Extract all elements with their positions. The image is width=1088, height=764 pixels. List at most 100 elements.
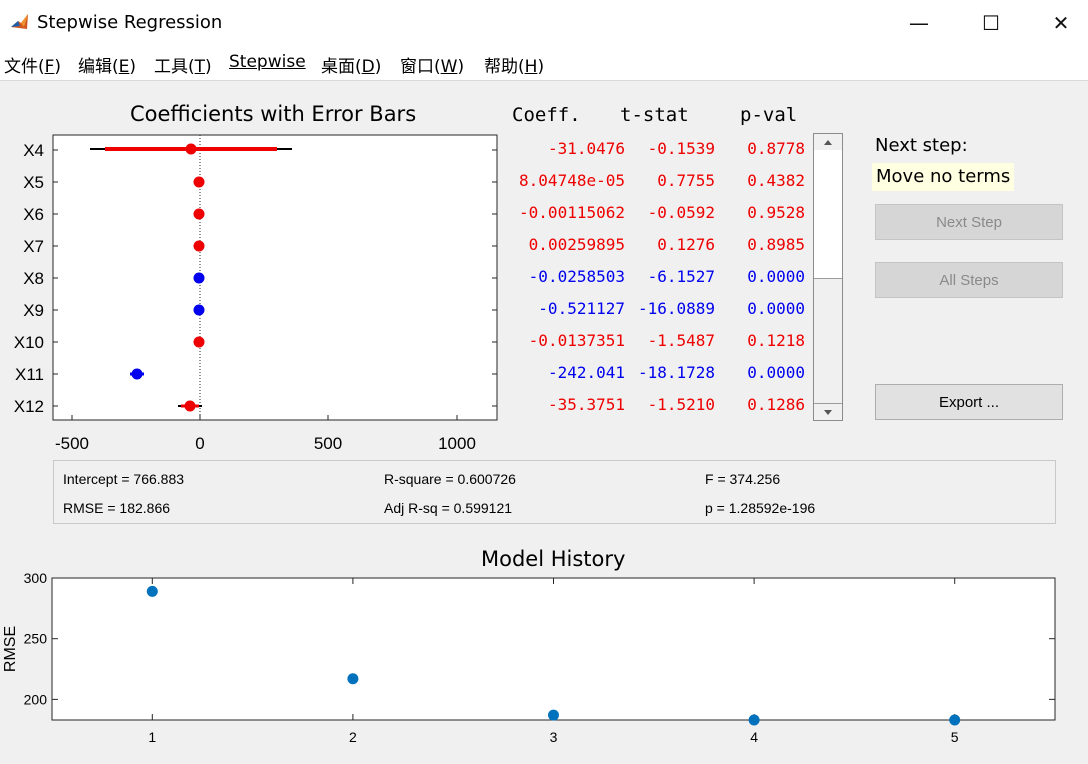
history-xtick-label: 1 (148, 729, 156, 745)
next-step-value: Move no terms (872, 163, 1015, 191)
pval-cell: 0.0000 (747, 267, 805, 286)
history-xtick-label: 4 (750, 729, 758, 745)
coef-xtick: 1000 (438, 434, 476, 453)
tstat-cell: -1.5210 (647, 395, 715, 414)
menu-desktop[interactable]: 桌面(D) (321, 52, 381, 77)
scroll-down-icon (824, 409, 832, 415)
stats-panel: Intercept = 766.883 RMSE = 182.866 R-squ… (53, 460, 1056, 524)
coef-label-x11: X11 (15, 365, 44, 384)
coef-point-x6 (193, 208, 205, 220)
pval-cell: 0.1218 (747, 331, 805, 350)
pval-cell: 0.1286 (747, 395, 805, 414)
pval-cell: 0.4382 (747, 171, 805, 190)
coef-plot-title: Coefficients with Error Bars (130, 102, 417, 126)
coef-label-x5: X5 (23, 173, 44, 192)
history-point[interactable] (949, 714, 961, 726)
history-xtick-label: 3 (550, 729, 558, 745)
coeff-cell: -0.0137351 (528, 331, 625, 350)
tstat-cell: -0.0592 (647, 203, 715, 222)
menu-bar: 文件(F) 编辑(E) 工具(T) Stepwise 桌面(D) 窗口(W) 帮… (0, 46, 1088, 81)
table-scrollbar[interactable] (813, 133, 843, 421)
history-xtick-label: 2 (349, 729, 357, 745)
history-point[interactable] (347, 673, 359, 685)
coeff-cell: -242.041 (547, 363, 625, 382)
history-ylabel: RMSE (2, 626, 19, 672)
tstat-cell: -16.0889 (637, 299, 715, 318)
matlab-icon (10, 12, 30, 32)
history-point[interactable] (146, 585, 158, 597)
history-ytick-label: 200 (24, 691, 48, 707)
tstat-cell: 0.1276 (657, 235, 715, 254)
pval-cell: 0.0000 (747, 299, 805, 318)
history-xtick-label: 5 (951, 729, 959, 745)
export-button[interactable]: Export ... (875, 384, 1063, 420)
history-point[interactable] (548, 709, 559, 721)
p-value: p = 1.28592e-196 (705, 500, 816, 516)
coef-point-x5 (193, 176, 205, 188)
coef-y-labels: X4 X5 X6 X7 X8 X9 X10 X11 X12 (14, 141, 44, 416)
history-plot-area (51, 577, 1056, 721)
coef-xtick: 0 (195, 434, 204, 453)
scroll-up-button[interactable] (814, 134, 842, 151)
history-point[interactable] (748, 714, 760, 726)
coeff-cell: -0.0258503 (528, 267, 625, 286)
pval-cell: 0.9528 (747, 203, 805, 222)
coef-xtick: 500 (314, 434, 342, 453)
coef-point-x9 (193, 304, 205, 316)
coef-plot[interactable]: -500 0 500 1000 X4 X5 X6 X7 X8 X9 X10 X1… (0, 125, 505, 460)
maximize-icon: ☐ (982, 11, 1000, 35)
coeff-cell: -0.00115062 (519, 203, 625, 222)
tstat-cell: 0.7755 (657, 171, 715, 190)
coef-label-x8: X8 (23, 269, 44, 288)
coef-label-x10: X10 (14, 333, 44, 352)
coeff-cell: -31.0476 (547, 139, 625, 158)
menu-file[interactable]: 文件(F) (4, 52, 61, 77)
coef-label-x6: X6 (23, 205, 44, 224)
coef-label-x7: X7 (23, 237, 44, 256)
pval-cell: 0.8985 (747, 235, 805, 254)
header-coeff: Coeff. (512, 104, 581, 126)
menu-edit[interactable]: 编辑(E) (78, 52, 136, 77)
coef-point-x10 (193, 336, 205, 348)
close-button[interactable]: ✕ (1038, 0, 1084, 46)
rmse-value: RMSE = 182.866 (63, 500, 171, 516)
window-title: Stepwise Regression (37, 12, 223, 33)
coeff-cell: 0.00259895 (528, 235, 625, 254)
tstat-cell: -0.1539 (647, 139, 715, 158)
coef-point-x12 (184, 400, 196, 412)
coef-point-x8 (193, 272, 205, 284)
model-history-chart[interactable]: RMSE 200 250 300 1 2 3 4 5 (0, 570, 1088, 764)
minimize-icon: — (909, 11, 929, 35)
all-steps-button[interactable]: All Steps (875, 262, 1063, 298)
next-step-label: Next step: (875, 135, 968, 156)
coeff-cell: -35.3751 (547, 395, 625, 414)
coef-label-x9: X9 (23, 301, 44, 320)
coef-x-ticks: -500 0 500 1000 (55, 415, 476, 453)
coef-point-x7 (193, 240, 205, 252)
header-pval: p-val (740, 104, 798, 126)
intercept-value: Intercept = 766.883 (63, 471, 185, 487)
maximize-button[interactable]: ☐ (968, 0, 1014, 46)
coef-label-x4: X4 (23, 141, 44, 160)
adj-rsq-value: Adj R-sq = 0.599121 (384, 500, 513, 516)
menu-stepwise[interactable]: Stepwise (229, 52, 306, 72)
scroll-thumb[interactable] (814, 150, 842, 279)
coef-xtick: -500 (55, 434, 89, 453)
history-ytick-label: 250 (24, 631, 48, 647)
tstat-cell: -1.5487 (647, 331, 715, 350)
minimize-button[interactable]: — (896, 0, 942, 46)
menu-tools[interactable]: 工具(T) (154, 52, 212, 77)
header-tstat: t-stat (620, 104, 689, 126)
next-step-button[interactable]: Next Step (875, 204, 1063, 240)
scroll-up-icon (824, 139, 832, 145)
pval-cell: 0.8778 (747, 139, 805, 158)
tstat-cell: -6.1527 (647, 267, 715, 286)
rsquare-value: R-square = 0.600726 (384, 471, 516, 487)
menu-help[interactable]: 帮助(H) (484, 52, 544, 77)
menu-window[interactable]: 窗口(W) (400, 52, 464, 77)
coef-point-x4 (185, 143, 197, 155)
coef-label-x12: X12 (14, 397, 44, 416)
pval-cell: 0.0000 (747, 363, 805, 382)
scroll-down-button[interactable] (814, 403, 842, 420)
coeff-cell: -0.521127 (538, 299, 625, 318)
